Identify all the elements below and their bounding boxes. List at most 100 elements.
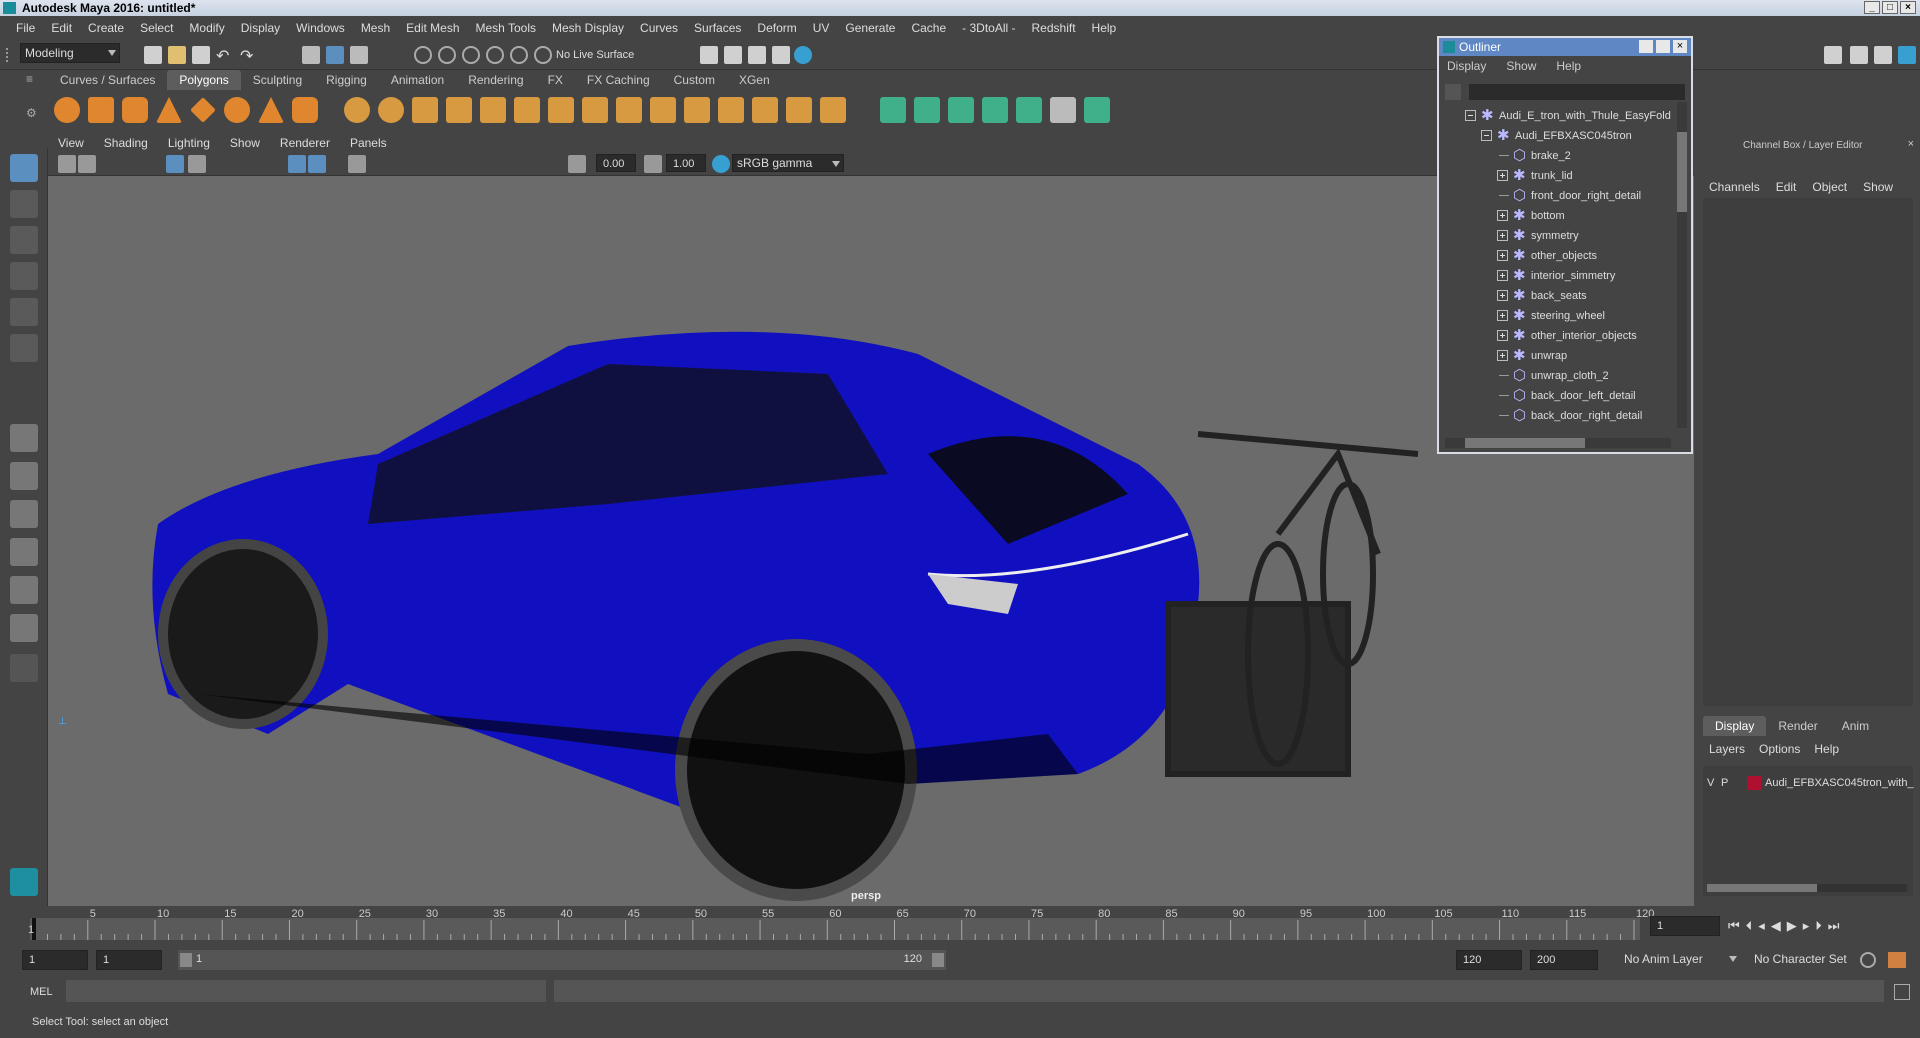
command-input[interactable] — [66, 980, 546, 1002]
uv-planar-icon[interactable] — [880, 97, 906, 123]
start-time-field[interactable]: 1 — [22, 950, 88, 970]
shelf-tab-rendering[interactable]: Rendering — [456, 70, 535, 90]
go-to-start-icon[interactable]: ⏮ — [1728, 918, 1740, 934]
smooth-icon[interactable] — [446, 97, 472, 123]
uv-editor-icon[interactable] — [1050, 97, 1076, 123]
render-frame-icon[interactable] — [724, 46, 742, 64]
outliner-item[interactable]: ✱ Audi_E_tron_with_Thule_EasyFold — [1439, 106, 1679, 126]
outliner-search-input[interactable] — [1469, 84, 1685, 100]
combine-icon[interactable] — [344, 97, 370, 123]
range-start-handle[interactable] — [180, 953, 192, 967]
expand-icon[interactable] — [1497, 230, 1508, 241]
playback-start-field[interactable]: 1 — [96, 950, 162, 970]
exposure-field[interactable]: 0.00 — [596, 154, 636, 172]
close-button[interactable]: × — [1900, 1, 1916, 14]
poly-cylinder-icon[interactable] — [122, 97, 148, 123]
shelf-tab-xgen[interactable]: XGen — [727, 70, 782, 90]
layer-tab-anim[interactable]: Anim — [1830, 716, 1881, 736]
two-pane-layout-icon[interactable] — [10, 500, 38, 528]
play-back-icon[interactable]: ◀ — [1771, 918, 1781, 934]
menu-item-modify[interactable]: Modify — [181, 21, 232, 35]
outliner-vscroll[interactable] — [1677, 102, 1687, 428]
expand-icon[interactable] — [1497, 250, 1508, 261]
shelf-tab-sculpting[interactable]: Sculpting — [241, 70, 314, 90]
bevel-icon[interactable] — [548, 97, 574, 123]
paint-select-tool-icon[interactable] — [10, 226, 38, 254]
viewport-menu-show[interactable]: Show — [220, 134, 270, 152]
expand-icon[interactable] — [1497, 350, 1508, 361]
current-frame-field[interactable]: 1 — [1650, 916, 1720, 936]
shelf-tab-rigging[interactable]: Rigging — [314, 70, 379, 90]
colorspace-dropdown[interactable]: sRGB gamma — [732, 154, 844, 172]
shelf-tab-polygons[interactable]: Polygons — [167, 70, 241, 90]
select-by-object-icon[interactable] — [326, 46, 344, 64]
menu-item-display[interactable]: Display — [233, 21, 288, 35]
outliner-menu-help[interactable]: Help — [1556, 56, 1581, 76]
outliner-item[interactable]: ✱ unwrap — [1439, 346, 1679, 366]
menu-item-select[interactable]: Select — [132, 21, 181, 35]
poly-torus-icon[interactable] — [224, 97, 250, 123]
filter-icon[interactable] — [1445, 84, 1461, 100]
layer-visibility[interactable]: V — [1707, 774, 1714, 792]
shelf-settings-icon[interactable]: ⚙ — [26, 106, 37, 120]
shelf-tab-fx[interactable]: FX — [536, 70, 575, 90]
auto-key-icon[interactable] — [1860, 952, 1876, 968]
outliner-item[interactable]: ✱ steering_wheel — [1439, 306, 1679, 326]
snap-to-curve-icon[interactable] — [438, 46, 456, 64]
menu-item-file[interactable]: File — [8, 21, 43, 35]
outliner-item[interactable]: ✱ back_seats — [1439, 286, 1679, 306]
single-perspective-layout-icon[interactable] — [10, 424, 38, 452]
animation-prefs-icon[interactable] — [1888, 952, 1906, 968]
outliner-item[interactable]: ⬡ back_door_left_detail — [1439, 386, 1679, 406]
viewport-menu-renderer[interactable]: Renderer — [270, 134, 340, 152]
anim-layer-dropdown[interactable]: No Anim Layer — [1620, 950, 1740, 970]
expand-icon[interactable] — [1497, 270, 1508, 281]
outliner-menu-show[interactable]: Show — [1506, 56, 1536, 76]
menu-item-generate[interactable]: Generate — [837, 21, 903, 35]
panel-close-icon[interactable]: × — [1908, 138, 1914, 150]
poly-cube-icon[interactable] — [88, 97, 114, 123]
time-slider[interactable]: 5 10 15 20 25 30 35 40 45 50 55 60 65 70 75 80 85 90 95 100… — [0, 906, 1920, 946]
playback-end-field[interactable]: 120 — [1456, 950, 1522, 970]
color-management-icon[interactable] — [712, 155, 730, 173]
outliner-maximize-button[interactable] — [1656, 40, 1670, 53]
outliner-hscroll[interactable] — [1445, 438, 1671, 448]
shelf-tab-curves-surfaces[interactable]: Curves / Surfaces — [48, 70, 167, 90]
ipr-render-icon[interactable] — [748, 46, 766, 64]
mirror-icon[interactable] — [786, 97, 812, 123]
outliner-item[interactable]: ✱ other_objects — [1439, 246, 1679, 266]
live-surface-field[interactable]: No Live Surface — [556, 46, 656, 64]
workspace-icon[interactable] — [1824, 46, 1842, 64]
move-tool-icon[interactable] — [10, 262, 38, 290]
graph-editor-layout-icon[interactable] — [10, 576, 38, 604]
layer-tab-render[interactable]: Render — [1766, 716, 1829, 736]
menu-item-redshift[interactable]: Redshift — [1024, 21, 1084, 35]
layer-menu-options[interactable]: Options — [1759, 742, 1800, 756]
mode-dropdown[interactable]: Modeling — [20, 43, 120, 63]
expand-icon[interactable] — [1497, 210, 1508, 221]
outliner-item[interactable]: ⬡ brake_2 — [1439, 146, 1679, 166]
menu-item-uv[interactable]: UV — [805, 21, 838, 35]
poly-cone-icon[interactable] — [156, 97, 182, 123]
hypershade-icon[interactable] — [794, 46, 812, 64]
outliner-item[interactable]: ✱ interior_simmetry — [1439, 266, 1679, 286]
channel-box-menu-channels[interactable]: Channels — [1709, 180, 1760, 194]
extract-icon[interactable] — [412, 97, 438, 123]
snap-to-view-plane-icon[interactable] — [510, 46, 528, 64]
uv-spherical-icon[interactable] — [948, 97, 974, 123]
hypershade-layout-icon[interactable] — [10, 614, 38, 642]
select-by-hierarchy-icon[interactable] — [302, 46, 320, 64]
layer-menu-help[interactable]: Help — [1814, 742, 1839, 756]
uv-layout-icon[interactable] — [1084, 97, 1110, 123]
step-forward-icon[interactable]: ⏵ — [1815, 918, 1822, 934]
target-weld-icon[interactable] — [718, 97, 744, 123]
outliner-item[interactable]: ⬡ front_door_right_detail — [1439, 186, 1679, 206]
end-time-field[interactable]: 200 — [1530, 950, 1598, 970]
menu-item-mesh[interactable]: Mesh — [353, 21, 398, 35]
outliner-item[interactable]: ✱ trunk_lid — [1439, 166, 1679, 186]
go-to-end-icon[interactable]: ⏭ — [1828, 918, 1840, 934]
select-by-component-icon[interactable] — [350, 46, 368, 64]
menu-item-mesh-tools[interactable]: Mesh Tools — [468, 21, 544, 35]
layer-menu-layers[interactable]: Layers — [1709, 742, 1745, 756]
uv-unfold-icon[interactable] — [1016, 97, 1042, 123]
